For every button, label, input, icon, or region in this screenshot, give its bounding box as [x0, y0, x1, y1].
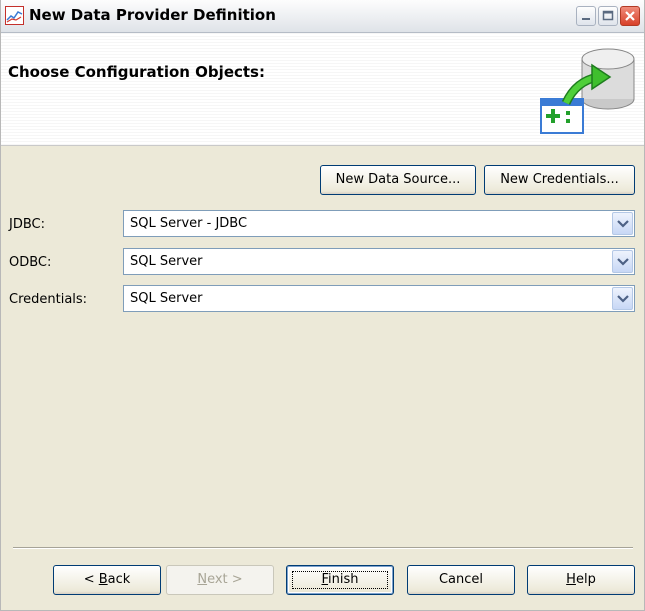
footer-divider: [13, 547, 633, 549]
jdbc-dropdown-button[interactable]: [612, 212, 633, 235]
chevron-down-icon: [617, 220, 629, 228]
minimize-icon: [582, 18, 590, 20]
next-button-accel: N: [197, 572, 208, 587]
page-title: Choose Configuration Objects:: [8, 63, 265, 81]
new-credentials-button[interactable]: New Credentials...: [484, 165, 635, 195]
chart-icon: [5, 6, 24, 25]
help-button-accel: H: [566, 572, 576, 587]
help-button[interactable]: Help: [527, 565, 635, 595]
credentials-label: Credentials:: [9, 292, 88, 307]
database-add-icon: [540, 48, 635, 134]
chevron-down-icon: [617, 258, 629, 266]
jdbc-select[interactable]: SQL Server - JDBC: [123, 210, 635, 237]
minimize-button[interactable]: [576, 6, 596, 26]
jdbc-select-value: SQL Server - JDBC: [130, 216, 248, 231]
help-button-label: elp: [575, 572, 596, 587]
maximize-button[interactable]: [598, 6, 618, 26]
chevron-down-icon: [617, 295, 629, 303]
credentials-dropdown-button[interactable]: [612, 287, 633, 310]
back-button-label: ack: [107, 572, 131, 587]
wizard-header: Choose Configuration Objects:: [1, 33, 644, 146]
finish-button[interactable]: Finish: [286, 565, 394, 595]
credentials-select-value: SQL Server: [130, 291, 203, 306]
title-bar[interactable]: New Data Provider Definition: [1, 0, 644, 33]
next-button[interactable]: Next >: [166, 565, 274, 595]
odbc-select-value: SQL Server: [130, 254, 203, 269]
window-title: New Data Provider Definition: [29, 6, 276, 24]
next-button-label: ext >: [207, 572, 243, 587]
maximize-icon: [602, 10, 614, 21]
close-button[interactable]: [620, 6, 640, 26]
odbc-dropdown-button[interactable]: [612, 250, 633, 273]
back-button[interactable]: < Back: [53, 565, 161, 595]
close-icon: [625, 11, 635, 21]
credentials-select[interactable]: SQL Server: [123, 285, 635, 312]
jdbc-label: JDBC:: [9, 217, 45, 232]
odbc-label: ODBC:: [9, 255, 52, 270]
back-button-prefix: <: [83, 572, 99, 587]
odbc-select[interactable]: SQL Server: [123, 248, 635, 275]
dialog-window: New Data Provider Definition Choose Conf…: [0, 0, 645, 611]
new-data-source-button[interactable]: New Data Source...: [320, 165, 476, 195]
back-button-accel: B: [98, 572, 108, 587]
focus-rectangle: [292, 571, 388, 589]
cancel-button[interactable]: Cancel: [407, 565, 515, 595]
